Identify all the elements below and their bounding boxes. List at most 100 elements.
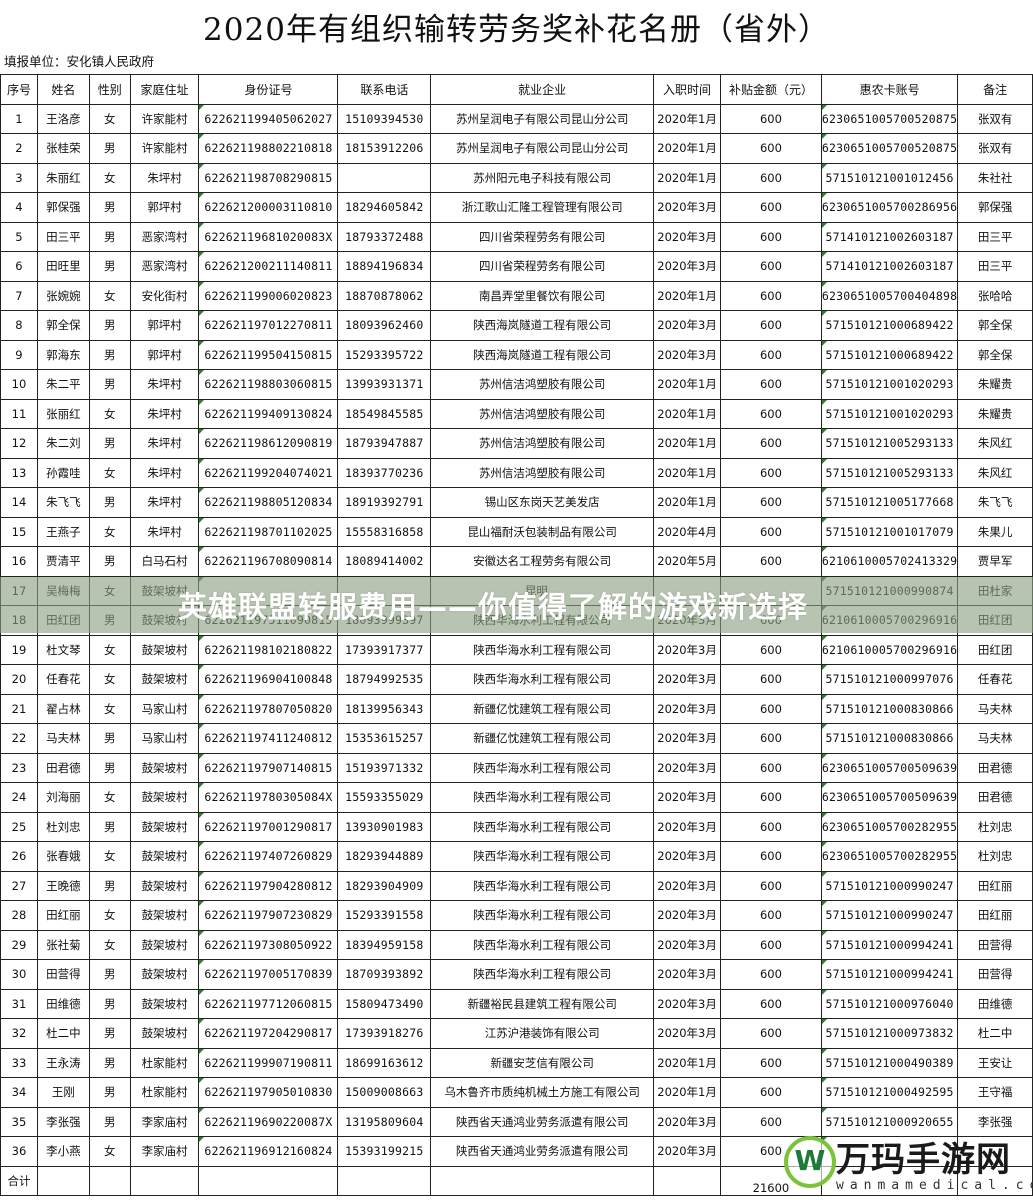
- cell-hire-date: 2020年3月: [653, 988, 722, 1019]
- cell-subsidy: 600: [720, 133, 822, 164]
- column-header: 姓名: [36, 74, 90, 105]
- cell-name: 杜文琴: [36, 634, 90, 665]
- cell-address: 鼓架坡村: [129, 664, 200, 695]
- cell-seq: 6: [0, 251, 38, 282]
- cell-hire-date: 2020年3月: [653, 339, 722, 370]
- cell-address: 鼓架坡村: [129, 870, 200, 901]
- cell-employer: 陕西华海水利工程有限公司: [430, 811, 655, 842]
- cell-subsidy: 600: [720, 870, 822, 901]
- cell-employer: 陕西华海水利工程有限公司: [430, 782, 655, 813]
- cell-seq: 2: [0, 133, 38, 164]
- total-cell: [198, 1165, 339, 1196]
- cell-phone: 18293944889: [337, 841, 432, 872]
- cell-subsidy: 600: [720, 1018, 822, 1049]
- cell-address: 鼓架坡村: [129, 900, 200, 931]
- cell-id-number: 622621196912160824: [198, 1136, 339, 1167]
- cell-name: 张桂荣: [36, 133, 90, 164]
- cell-name: 郭保强: [36, 192, 90, 223]
- cell-hire-date: 2020年3月: [653, 900, 722, 931]
- cell-remark: 马夫林: [957, 723, 1033, 754]
- table-row: 19 杜文琴女鼓架坡村 622621198102180822 17393917377 陕…: [0, 634, 1033, 665]
- cell-gender: 女: [88, 516, 131, 547]
- cell-id-number: 622621197904280812: [198, 870, 339, 901]
- cell-subsidy: 600: [720, 162, 822, 193]
- cell-phone: [337, 162, 432, 193]
- cell-gender: 男: [88, 310, 131, 341]
- cell-address: 朱坪村: [129, 162, 200, 193]
- cell-hire-date: 2020年1月: [653, 457, 722, 488]
- table-row: 1 王洛彦女许家能村 622621199405062027 15109394530 苏州…: [0, 103, 1033, 134]
- cell-remark: 田维德: [957, 988, 1033, 1019]
- cell-remark: 田君德: [957, 782, 1033, 813]
- cell-seq: 35: [0, 1106, 38, 1137]
- cell-remark: 朱社社: [957, 162, 1033, 193]
- cell-card-number: 571410121002603187: [820, 251, 959, 282]
- cell-seq: 12: [0, 428, 38, 459]
- cell-phone: 18393770236: [337, 457, 432, 488]
- cell-remark: 田君德: [957, 752, 1033, 783]
- cell-seq: 27: [0, 870, 38, 901]
- cell-name: 翟占林: [36, 693, 90, 724]
- cell-phone: 18293904909: [337, 870, 432, 901]
- cell-employer: 陕西华海水利工程有限公司: [430, 900, 655, 931]
- cell-employer: 陕西海岚隧道工程有限公司: [430, 310, 655, 341]
- cell-phone: 18709393892: [337, 959, 432, 990]
- cell-employer: 陕西华海水利工程有限公司: [430, 959, 655, 990]
- header-row: 序号 姓名 性别 家庭住址 身份证号 联系电话 就业企业 入职时间 补贴金额（元） 惠农卡账号 备注: [0, 74, 1033, 105]
- cell-seq: 4: [0, 192, 38, 223]
- cell-seq: 29: [0, 929, 38, 960]
- cell-address: 杜家能村: [129, 1077, 200, 1108]
- cell-address: 朱坪村: [129, 457, 200, 488]
- table-row: 12 朱二刘男朱坪村 622621198612090819 18793947887 苏州…: [0, 428, 1033, 459]
- cell-phone: 18919392791: [337, 487, 432, 518]
- cell-address: 鼓架坡村: [129, 811, 200, 842]
- cell-phone: 15558316858: [337, 516, 432, 547]
- cell-seq: 22: [0, 723, 38, 754]
- cell-phone: 13195809604: [337, 1106, 432, 1137]
- table-row: 29 张社菊女鼓架坡村 622621197308050922 18394959158 陕…: [0, 929, 1033, 960]
- column-header: 家庭住址: [129, 74, 200, 105]
- cell-card-number: 571510121000492595: [820, 1077, 959, 1108]
- cell-remark: 杜刘忠: [957, 811, 1033, 842]
- cell-address: 鼓架坡村: [129, 782, 200, 813]
- cell-remark: 王守福: [957, 1077, 1033, 1108]
- cell-gender: 女: [88, 398, 131, 429]
- cell-address: 郭坪村: [129, 339, 200, 370]
- cell-card-number: 6230651005700509639: [820, 752, 959, 783]
- cell-id-number: 622621199405062027: [198, 103, 339, 134]
- cell-hire-date: 2020年1月: [653, 487, 722, 518]
- table-row: 26 张春娥女鼓架坡村 622621197407260829 18293944889 陕…: [0, 841, 1033, 872]
- cell-seq: 8: [0, 310, 38, 341]
- cell-seq: 1: [0, 103, 38, 134]
- cell-name: 任春花: [36, 664, 90, 695]
- cell-phone: 15109394530: [337, 103, 432, 134]
- cell-gender: 女: [88, 929, 131, 960]
- cell-remark: 朱风红: [957, 457, 1033, 488]
- cell-subsidy: 600: [720, 841, 822, 872]
- column-header: 惠农卡账号: [820, 74, 959, 105]
- cell-subsidy: 600: [720, 782, 822, 813]
- cell-card-number: 571510121000994241: [820, 959, 959, 990]
- cell-card-number: 571510121005177668: [820, 487, 959, 518]
- cell-phone: 15809473490: [337, 988, 432, 1019]
- cell-subsidy: 600: [720, 192, 822, 223]
- table-row: 33 王永涛男杜家能村 622621199907190811 18699163612 新…: [0, 1047, 1033, 1078]
- cell-employer: 南昌弄堂里餐饮有限公司: [430, 280, 655, 311]
- cell-phone: 13930901983: [337, 811, 432, 842]
- cell-seq: 21: [0, 693, 38, 724]
- cell-subsidy: 600: [720, 693, 822, 724]
- cell-phone: 18794992535: [337, 664, 432, 695]
- column-header: 就业企业: [430, 74, 655, 105]
- table-row: 4 郭保强男郭坪村 622621200003110810 18294605842 浙江歌…: [0, 192, 1033, 223]
- cell-id-number: 622621199504150815: [198, 339, 339, 370]
- cell-phone: 18549845585: [337, 398, 432, 429]
- cell-hire-date: 2020年3月: [653, 310, 722, 341]
- cell-name: 刘海丽: [36, 782, 90, 813]
- watermark-name: 万玛手游网: [836, 1140, 1011, 1180]
- cell-address: 许家能村: [129, 103, 200, 134]
- cell-gender: 男: [88, 1077, 131, 1108]
- cell-phone: 18870878062: [337, 280, 432, 311]
- cell-employer: 安徽达名工程劳务有限公司: [430, 546, 655, 577]
- cell-id-number: 622621198701102025: [198, 516, 339, 547]
- cell-subsidy: 600: [720, 900, 822, 931]
